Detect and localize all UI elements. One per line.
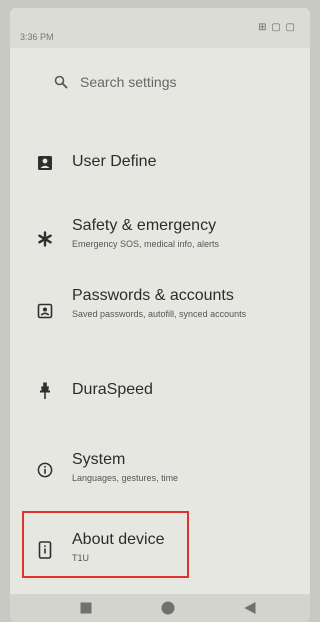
user-define-icon [34,152,56,174]
settings-item-system[interactable]: System Languages, gestures, time [10,450,310,494]
settings-item-passwords-accounts[interactable]: Passwords & accounts Saved passwords, au… [10,286,310,346]
settings-item-subtitle: Saved passwords, autofill, synced accoun… [72,309,247,319]
home-button[interactable] [160,600,176,616]
status-bar: 3:36 PM ⊞ ▢ ▢ [10,8,310,48]
settings-item-user-define[interactable]: User Define [10,150,310,190]
status-icons: ⊞ ▢ ▢ [258,22,296,33]
settings-item-subtitle: Languages, gestures, time [72,473,179,483]
settings-item-title: User Define [72,153,157,170]
settings-item-safety[interactable]: Safety & emergency Emergency SOS, medica… [10,216,310,262]
settings-item-title: DuraSpeed [72,381,153,398]
search-icon [50,71,72,93]
navigation-bar [10,594,310,622]
asterisk-icon [34,228,56,250]
settings-item-title: Passwords & accounts [72,287,234,304]
settings-item-duraspeed[interactable]: DuraSpeed [10,380,310,410]
speed-pin-icon [34,380,56,402]
info-icon [34,459,56,481]
account-box-icon [34,300,56,322]
search-placeholder: Search settings [80,74,177,90]
recent-apps-button[interactable] [78,600,94,616]
about-device-highlight [22,511,189,578]
back-button[interactable] [242,600,258,616]
settings-item-subtitle: Emergency SOS, medical info, alerts [72,239,220,249]
status-time: 3:36 PM [20,32,54,42]
search-bar[interactable]: Search settings [44,64,284,100]
settings-item-title: Safety & emergency [72,217,217,234]
settings-item-title: System [72,451,126,468]
